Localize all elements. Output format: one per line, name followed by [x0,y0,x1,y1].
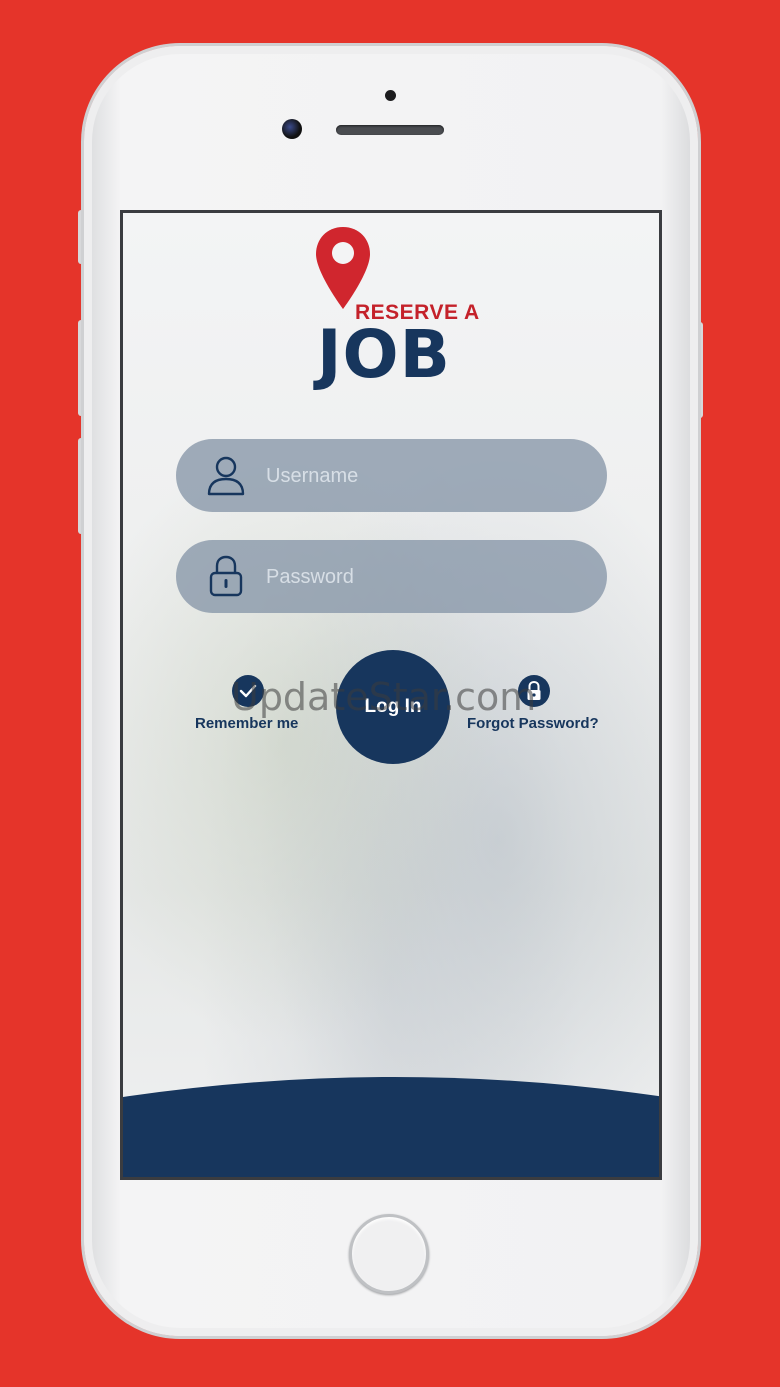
front-camera [282,119,302,139]
user-icon [207,456,245,496]
password-input[interactable] [264,540,588,615]
lock-icon [527,680,541,700]
app-logo: RESERVE A JOB [309,225,479,393]
login-button[interactable]: Log In [336,650,450,764]
footer-curve [123,1077,659,1177]
password-field[interactable] [176,540,607,615]
username-field[interactable] [176,439,607,514]
username-input[interactable] [264,439,588,514]
forgot-password-label: Forgot Password? [467,715,599,732]
checkmark-icon [239,684,257,698]
lock-icon [209,555,243,597]
earpiece-speaker [336,125,444,135]
location-pin-icon [316,227,370,309]
forgot-password-link[interactable]: Forgot Password? [463,675,613,735]
app-screen: RESERVE A JOB Username Remember me Log I… [120,210,662,1180]
remember-me-checkbox[interactable] [232,675,264,707]
remember-me-label: Remember me [195,715,299,732]
remember-me-toggle[interactable]: Remember me [191,675,311,735]
forgot-password-icon-badge [518,675,550,707]
proximity-sensor [385,90,396,101]
page-background: RESERVE A JOB Username Remember me Log I… [0,0,780,1387]
logo-job-text: JOB [317,316,451,393]
home-button[interactable] [349,1214,429,1294]
